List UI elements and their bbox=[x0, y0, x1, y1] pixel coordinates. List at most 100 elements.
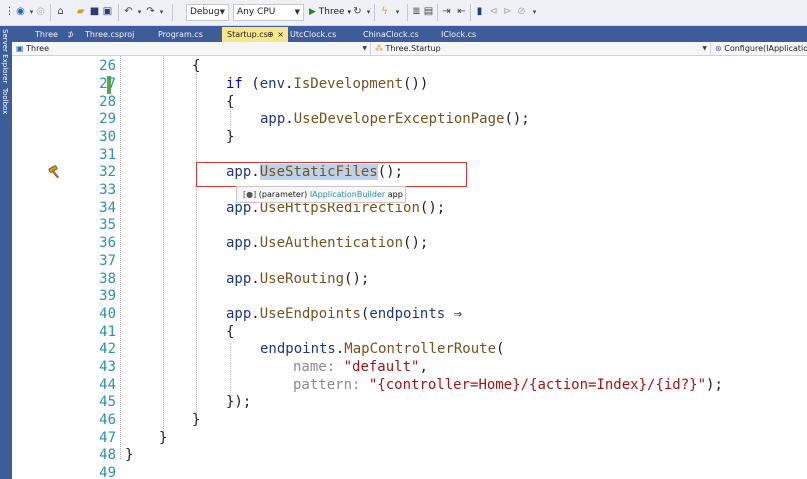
line-number: 46 bbox=[99, 412, 116, 428]
pin-icon[interactable]: ⊕ bbox=[267, 27, 274, 42]
tab-utcclock-cs[interactable]: UtcClock.cs bbox=[285, 27, 355, 42]
code-line-48: } bbox=[125, 447, 134, 463]
code-line-28: { bbox=[226, 94, 235, 110]
refresh-dropdown-icon[interactable]: ▾ bbox=[363, 6, 374, 18]
code-line-40: app.UseEndpoints(endpoints ⇒ bbox=[226, 306, 463, 322]
member-dropdown[interactable]: ⊛ Configure(IApplicationBu bbox=[711, 42, 807, 55]
undo-dropdown-icon[interactable]: ▾ bbox=[134, 6, 145, 18]
refresh-icon[interactable]: ↻ bbox=[352, 6, 363, 18]
chevron-down-icon: ▼ bbox=[294, 8, 300, 16]
run-button[interactable]: ▶ Three ▾ bbox=[309, 4, 351, 21]
code-line-29: app.UseDeveloperExceptionPage(); bbox=[260, 111, 530, 127]
side-tool-rail: Server Explorer Toolbox bbox=[0, 26, 12, 479]
tab-three-csproj[interactable]: Three.csproj bbox=[80, 27, 152, 42]
method-icon: ⊛ bbox=[715, 44, 722, 53]
line-number: 45 bbox=[99, 394, 116, 410]
line-number: 27 bbox=[99, 76, 116, 92]
outdent-icon[interactable]: ⇤ bbox=[456, 6, 467, 18]
code-line-47: } bbox=[159, 430, 168, 446]
close-icon[interactable]: × bbox=[277, 27, 284, 42]
nav-back-icon[interactable]: ◉ bbox=[15, 6, 26, 18]
line-number: 32 bbox=[99, 164, 116, 180]
line-number: 49 bbox=[99, 465, 116, 479]
line-number: 34 bbox=[99, 200, 116, 216]
tab-startup-cs[interactable]: Startup.cs ⊕ × bbox=[222, 27, 288, 42]
code-line-30: } bbox=[226, 129, 235, 145]
line-number: 31 bbox=[99, 147, 116, 163]
highlight-annotation-box bbox=[196, 162, 467, 187]
code-line-41: { bbox=[226, 324, 235, 340]
open-folder-icon[interactable]: ▰ bbox=[75, 6, 86, 18]
document-tab-bar: Three ⊅ Three.csproj Program.cs Startup.… bbox=[12, 26, 807, 42]
quick-actions-hammer-icon[interactable] bbox=[47, 164, 63, 180]
chevron-down-icon: ▼ bbox=[219, 8, 225, 16]
toolbar-grip-icon: ⋮ bbox=[4, 6, 15, 17]
configuration-select[interactable]: Debug ▼ bbox=[186, 4, 229, 21]
line-number: 26 bbox=[99, 58, 116, 74]
code-line-45: }); bbox=[226, 394, 252, 410]
server-explorer-tab[interactable]: Server Explorer bbox=[1, 29, 9, 83]
undo-icon[interactable]: ↶ bbox=[123, 6, 134, 18]
code-line-42: endpoints.MapControllerRoute( bbox=[260, 341, 505, 357]
quick-info-tooltip: [●] (parameter) IApplicationBuilder app bbox=[236, 186, 406, 203]
csharp-project-icon: ▣ bbox=[16, 44, 24, 53]
next-bookmark-icon[interactable]: ⊳ bbox=[502, 6, 513, 18]
indent-icon[interactable]: ⇥ bbox=[441, 6, 452, 18]
platform-select[interactable]: Any CPU ▼ bbox=[233, 4, 304, 21]
line-number: 48 bbox=[99, 447, 116, 463]
bookmark-icon[interactable]: ▮ bbox=[474, 6, 485, 18]
toolbox-tab[interactable]: Toolbox bbox=[1, 88, 9, 114]
code-line-26: { bbox=[192, 58, 201, 74]
toolbar-overflow-icon[interactable]: ▾ bbox=[529, 6, 540, 18]
code-line-46: } bbox=[192, 412, 201, 428]
new-item-icon[interactable]: ⌂ bbox=[55, 6, 66, 18]
clear-bookmarks-icon[interactable]: ⊘ bbox=[516, 6, 527, 18]
line-number: 37 bbox=[99, 253, 116, 269]
tab-three[interactable]: Three ⊅ bbox=[30, 27, 78, 42]
line-number: 30 bbox=[99, 129, 116, 145]
line-number: 29 bbox=[99, 111, 116, 127]
code-line-44: pattern: "{controller=Home}/{action=Inde… bbox=[293, 377, 723, 393]
line-number: 39 bbox=[99, 288, 116, 304]
chevron-down-icon: ▾ bbox=[347, 8, 351, 16]
line-number: 43 bbox=[99, 359, 116, 375]
format-icon[interactable]: ≣ bbox=[411, 6, 422, 18]
project-dropdown[interactable]: ▣ Three ▼ bbox=[12, 42, 371, 55]
main-toolbar: ⋮ ◉ ▾ ◎ ⌂ ▰ ■ ▣ ↶ ▾ ↷ ▾ Debug ▼ Any CPU ▼ … bbox=[0, 0, 807, 26]
hot-reload-dropdown-icon[interactable]: ▾ bbox=[392, 6, 403, 18]
line-number: 38 bbox=[99, 271, 116, 287]
code-line-38: app.UseRouting(); bbox=[226, 271, 370, 287]
save-icon[interactable]: ■ bbox=[89, 6, 100, 18]
tab-chinaclock-cs[interactable]: ChinaClock.cs bbox=[358, 27, 435, 42]
tab-program-cs[interactable]: Program.cs bbox=[153, 27, 221, 42]
line-number: 28 bbox=[99, 94, 116, 110]
line-number: 42 bbox=[99, 341, 116, 357]
line-number: 35 bbox=[99, 217, 116, 233]
line-number: 47 bbox=[99, 430, 116, 446]
line-number: 41 bbox=[99, 324, 116, 340]
line-number: 44 bbox=[99, 377, 116, 393]
pin-icon[interactable]: ⊅ bbox=[67, 27, 74, 42]
line-number: 36 bbox=[99, 235, 116, 251]
hot-reload-icon[interactable]: ϟ bbox=[379, 6, 390, 18]
tab-iclock-cs[interactable]: IClock.cs bbox=[436, 27, 510, 42]
indent-guide bbox=[196, 73, 197, 415]
nav-forward-icon[interactable]: ◎ bbox=[35, 6, 46, 18]
play-icon: ▶ bbox=[309, 7, 316, 17]
code-line-43: name: "default", bbox=[293, 359, 428, 375]
redo-icon[interactable]: ↷ bbox=[145, 6, 156, 18]
indent-guide bbox=[230, 343, 231, 399]
parameter-icon: [●] bbox=[243, 190, 257, 199]
line-number: 40 bbox=[99, 306, 116, 322]
save-all-icon[interactable]: ▣ bbox=[102, 6, 113, 18]
code-line-27: if (env.IsDevelopment()) bbox=[226, 76, 429, 92]
code-editor[interactable]: 26 27 28 29 30 31 32 33 34 35 36 37 38 3… bbox=[12, 56, 807, 479]
prev-bookmark-icon[interactable]: ⊲ bbox=[488, 6, 499, 18]
chevron-down-icon: ▼ bbox=[362, 45, 367, 52]
type-dropdown[interactable]: ⁂ Three.Startup ▼ bbox=[371, 42, 711, 55]
layout-icon[interactable]: ▤ bbox=[423, 6, 434, 18]
chevron-down-icon: ▼ bbox=[702, 45, 707, 52]
indent-guide bbox=[120, 56, 121, 459]
redo-dropdown-icon[interactable]: ▾ bbox=[156, 6, 167, 18]
indent-guide bbox=[163, 56, 164, 433]
